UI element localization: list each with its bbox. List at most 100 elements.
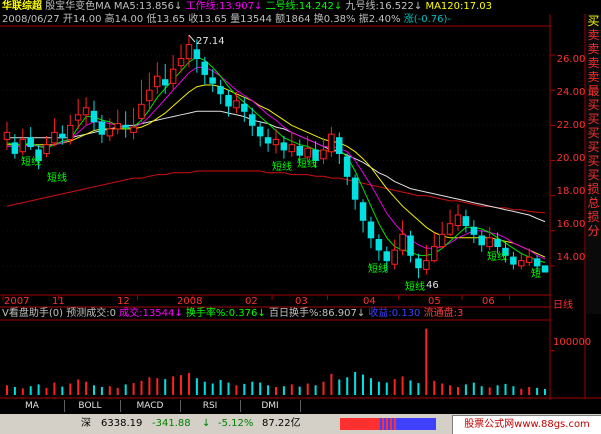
candle-body xyxy=(169,68,177,84)
x-tick-label: 2008 xyxy=(177,296,203,307)
volume-bar xyxy=(251,381,254,395)
candle-body xyxy=(106,128,114,137)
open-value: 开14.00 xyxy=(62,14,102,25)
volume-bar xyxy=(385,382,388,395)
volume-bar xyxy=(457,387,459,395)
candle-body xyxy=(130,126,137,133)
volume-bar xyxy=(449,385,452,395)
ma5-value: MA5:13.856 xyxy=(113,1,175,12)
breadth-up-segment xyxy=(340,418,378,430)
volume-bar xyxy=(93,385,95,395)
side-panel-char: 买 xyxy=(587,112,600,126)
indicator-tab-bar: MA BOLL MACD RSI DMI xyxy=(0,400,450,412)
volume-bar xyxy=(108,386,111,395)
indicator-name[interactable]: 殷宝华变色MA xyxy=(45,1,110,12)
volume-bar xyxy=(472,382,475,395)
tab-ma[interactable]: MA xyxy=(0,400,65,412)
candle-body xyxy=(154,75,161,88)
change-value: 涨(-0.76)- xyxy=(403,14,452,25)
side-panel-char: 最 xyxy=(587,84,600,98)
stock-name[interactable]: 华联综超 xyxy=(2,1,42,12)
tab-dmi[interactable]: DMI xyxy=(240,400,301,412)
candle-body xyxy=(185,44,193,60)
volume-bar xyxy=(306,383,309,395)
short-label: 短线 xyxy=(21,157,41,168)
side-panel-char: 卖 xyxy=(587,70,600,84)
x-tick-label: 12 xyxy=(117,296,130,307)
volume-bar xyxy=(243,383,246,395)
side-panel-char: 买 xyxy=(587,126,600,140)
side-panel-char: 总 xyxy=(587,196,600,210)
tab-rsi[interactable]: RSI xyxy=(180,400,241,412)
volume-bar xyxy=(417,383,420,395)
candle-body xyxy=(3,131,11,140)
side-panel-char: 买 xyxy=(587,98,600,112)
x-tick-label: 05 xyxy=(428,296,441,307)
volume-bar xyxy=(188,372,190,395)
indicator2-title[interactable]: V看盘助手(0) xyxy=(2,308,63,319)
candle-body xyxy=(438,233,446,248)
side-panel-char: 损 xyxy=(587,210,600,224)
volume-bar xyxy=(480,386,483,395)
volume-bar xyxy=(409,380,412,395)
volume-bar xyxy=(180,375,182,395)
tab-boll[interactable]: BOLL xyxy=(60,400,121,412)
low-label: 46 xyxy=(426,280,439,291)
candle-body xyxy=(146,89,153,102)
candle-body xyxy=(74,114,82,121)
ma5-arrow-icon: ↓ xyxy=(174,1,183,12)
short-label: 短线 xyxy=(47,173,67,184)
y-tick-label: 16.00 xyxy=(556,219,586,230)
candle-body xyxy=(399,233,406,251)
volume-bar xyxy=(6,385,8,395)
x-tick-label: 02 xyxy=(245,296,258,307)
period-label[interactable]: 日线 xyxy=(553,296,573,311)
candle-body xyxy=(328,133,335,153)
candle-body xyxy=(59,133,66,139)
price-indicator-header: 华联综超 殷宝华变色MA MA5:13.856↓ 工作线:13.907↓ 二号线… xyxy=(2,1,492,13)
side-panel[interactable]: 买 卖 卖 卖 卖 最 买 买 买 买 买 买 损 总 损 分 xyxy=(586,14,601,314)
volume-bar xyxy=(132,383,135,395)
candle-body xyxy=(518,260,525,267)
side-panel-char: 买 xyxy=(587,168,600,182)
volume-bar xyxy=(219,380,222,395)
market-label[interactable]: 深 xyxy=(81,414,91,434)
volume-bar xyxy=(496,385,499,395)
x-tick-label: 11 xyxy=(52,296,65,307)
candle-body xyxy=(351,177,359,200)
volume-bar xyxy=(195,378,198,395)
candle-body xyxy=(510,256,517,265)
candle-body xyxy=(541,265,549,273)
volume-bar xyxy=(362,374,364,395)
y-tick-label: 14.00 xyxy=(556,252,586,263)
volume-bar xyxy=(275,387,277,395)
tab-macd[interactable]: MACD xyxy=(120,400,181,412)
candle-body xyxy=(407,235,414,256)
index-amount: 87.22亿 xyxy=(262,418,301,429)
candle-body xyxy=(67,124,74,141)
index-value: 6338.19 xyxy=(101,418,143,429)
candle-body xyxy=(525,256,533,263)
amount-value: 额1864 xyxy=(275,14,311,25)
candle-body xyxy=(320,149,327,160)
volume-bar xyxy=(441,383,444,395)
volume-bar xyxy=(211,383,214,395)
volume-bar xyxy=(235,385,238,395)
amplitude-value: 振2.40% xyxy=(358,14,401,25)
volume-bar xyxy=(314,385,317,395)
date-value: 2008/06/27 xyxy=(2,14,60,25)
candle-body xyxy=(415,258,422,269)
candle-body xyxy=(241,103,248,112)
low-value: 低13.65 xyxy=(146,14,186,25)
candle-body xyxy=(249,114,256,126)
candle-body xyxy=(431,246,438,262)
candle-body xyxy=(367,221,375,239)
volume-bar xyxy=(164,379,167,395)
candle-body xyxy=(454,214,462,226)
candle-body xyxy=(98,121,106,135)
line2-value: 二号线:14.242 xyxy=(265,1,334,12)
volume-bar xyxy=(290,384,293,395)
status-bar: 深 6338.19 -341.88 ↓ -5.12% 87.22亿 股票公式网w… xyxy=(0,414,601,434)
volume-bar xyxy=(393,379,396,395)
candle-body xyxy=(201,61,208,75)
